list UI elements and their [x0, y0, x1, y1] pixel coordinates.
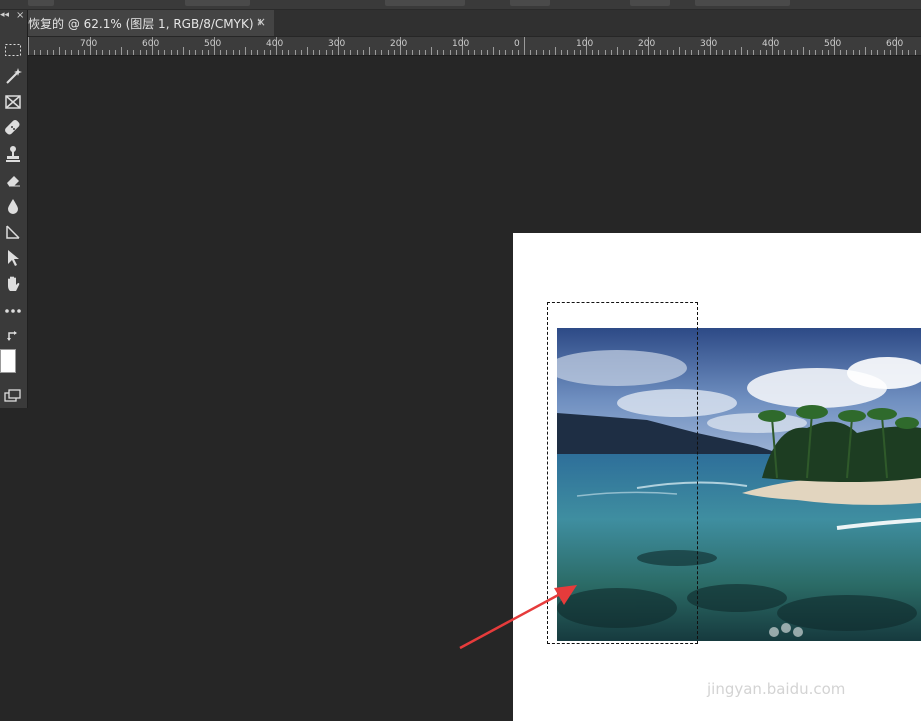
- magic-wand-icon[interactable]: [0, 64, 26, 88]
- tools-panel-header: ◂◂ ×: [0, 10, 27, 24]
- options-bar-control[interactable]: [630, 0, 670, 6]
- eraser-icon[interactable]: [0, 168, 26, 192]
- horizontal-ruler[interactable]: 700 600 500 400 300 200 100 0 100 200 30…: [28, 37, 921, 56]
- clone-stamp-icon[interactable]: [0, 142, 26, 166]
- options-bar-control[interactable]: [28, 0, 54, 6]
- ruler-label: 300: [700, 39, 718, 49]
- ruler-label: 700: [80, 39, 98, 49]
- ruler-label: 0: [514, 39, 520, 49]
- marquee-icon[interactable]: [0, 38, 26, 62]
- watermark-url: jingyan.baidu.com: [707, 680, 846, 698]
- ruler-label: 500: [204, 39, 222, 49]
- ruler-label: 400: [266, 39, 284, 49]
- ruler-label: 200: [638, 39, 656, 49]
- ruler-label: 500: [824, 39, 842, 49]
- blur-icon[interactable]: [0, 194, 26, 218]
- red-arrow-annotation: [459, 585, 577, 650]
- ruler-label: 100: [452, 39, 470, 49]
- options-bar: [0, 0, 921, 10]
- more-tools-icon[interactable]: [0, 299, 26, 323]
- watermark-cn: 经验: [790, 648, 850, 683]
- direct-select-icon[interactable]: [0, 246, 26, 270]
- options-bar-control[interactable]: [385, 0, 465, 6]
- path-icon[interactable]: [0, 220, 26, 244]
- frame-icon[interactable]: [0, 90, 26, 114]
- ruler-ticks: [28, 37, 916, 55]
- options-bar-control[interactable]: [185, 0, 250, 6]
- ruler-label: 600: [142, 39, 160, 49]
- foreground-color-swatch[interactable]: [0, 349, 16, 373]
- tools-panel: ◂◂ ×: [0, 10, 28, 408]
- close-tab-icon[interactable]: ×: [256, 15, 266, 29]
- watermark-bai: Bai: [705, 638, 764, 678]
- hand-icon[interactable]: [0, 272, 26, 296]
- document-tab-title: 恢复的 @ 62.1% (图层 1, RGB/8/CMYK) *: [28, 16, 264, 31]
- ruler-label: 300: [328, 39, 346, 49]
- ruler-label: 200: [390, 39, 408, 49]
- ruler-label: 600: [886, 39, 904, 49]
- options-bar-control[interactable]: [510, 0, 550, 6]
- collapse-icon[interactable]: ◂◂: [0, 10, 9, 20]
- document-tab[interactable]: 恢复的 @ 62.1% (图层 1, RGB/8/CMYK) * ×: [28, 10, 274, 36]
- close-icon[interactable]: ×: [16, 10, 24, 21]
- ruler-label: 100: [576, 39, 594, 49]
- screen-mode-icon[interactable]: [0, 384, 26, 408]
- swap-colors-icon[interactable]: [0, 324, 26, 348]
- ruler-label: 400: [762, 39, 780, 49]
- healing-brush-icon[interactable]: [0, 116, 26, 140]
- document-tab-bar: 恢复的 @ 62.1% (图层 1, RGB/8/CMYK) * ×: [28, 10, 921, 36]
- options-bar-control[interactable]: [695, 0, 790, 6]
